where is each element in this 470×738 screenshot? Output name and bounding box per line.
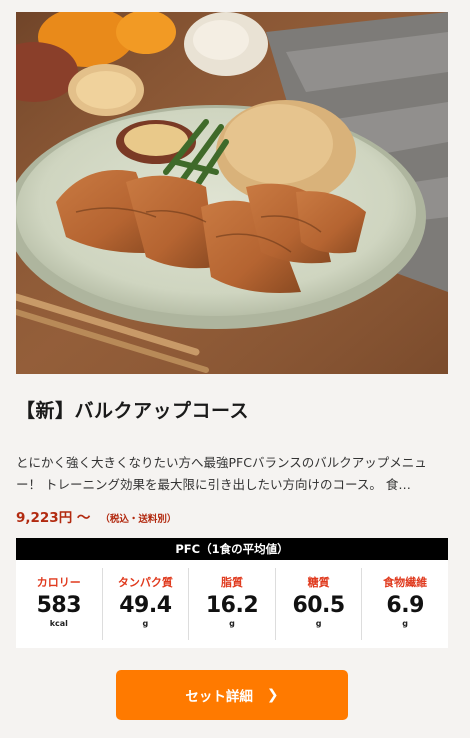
product-photo[interactable]: [16, 12, 448, 374]
pfc-calories: カロリー 583 kcal: [16, 568, 103, 640]
set-detail-label: セット詳細: [185, 689, 253, 705]
pfc-protein: タンパク質 49.4 g: [103, 568, 190, 640]
pfc-carbs: 糖質 60.5 g: [276, 568, 363, 640]
price-row: 9,223円 〜 （税込・送料別）: [16, 506, 448, 526]
nutrient-value: 49.4: [119, 593, 172, 618]
price: 9,223円 〜: [16, 510, 91, 526]
nutrient-value: 60.5: [292, 593, 345, 618]
pfc-fiber: 食物繊維 6.9 g: [362, 568, 448, 640]
course-description: とにかく強く大きくなりたい方へ最強PFCバランスのバルクアップメニュー！ トレー…: [16, 455, 427, 492]
nutrient-value: 6.9: [386, 593, 424, 618]
course-title: 【新】バルクアップコース: [16, 400, 250, 422]
nutrient-unit: g: [402, 619, 409, 628]
set-detail-button[interactable]: セット詳細 ❯: [116, 670, 348, 720]
nutrient-label: 糖質: [307, 576, 330, 589]
nutrient-value: 16.2: [205, 593, 259, 618]
nutrient-value: 583: [36, 593, 82, 618]
nutrient-label: カロリー: [36, 576, 81, 589]
pfc-table: カロリー 583 kcal タンパク質 49.4 g 脂質 16.2 g 糖質 …: [16, 560, 448, 648]
nutrient-unit: g: [142, 619, 149, 628]
nutrient-label: 脂質: [220, 576, 243, 589]
nutrient-unit: g: [315, 619, 322, 628]
pfc-header: PFC（1食の平均値）: [16, 538, 448, 560]
nutrient-label: タンパク質: [117, 576, 173, 589]
price-note: （税込・送料別）: [100, 514, 177, 525]
nutrient-unit: kcal: [49, 619, 68, 628]
pfc-fat: 脂質 16.2 g: [189, 568, 276, 640]
chevron-right-icon: ❯: [266, 687, 279, 703]
nutrient-label: 食物繊維: [383, 576, 428, 589]
nutrient-unit: g: [229, 619, 235, 628]
